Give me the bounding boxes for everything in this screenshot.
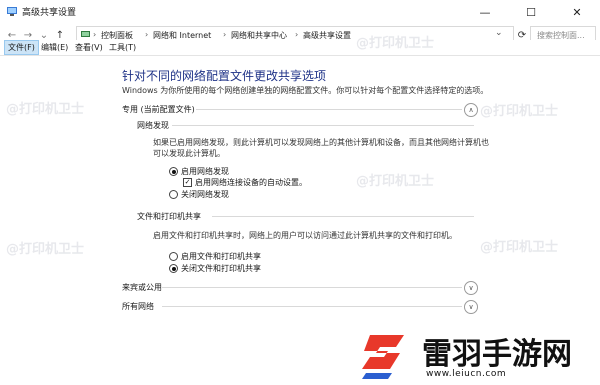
radio-network-discovery-off[interactable]	[169, 190, 178, 199]
private-profile-title[interactable]: 专用 (当前配置文件)	[122, 104, 195, 115]
network-discovery-text: 如果已启用网络发现，则此计算机可以发现网络上的其他计算机和设备，而且其他网络计算…	[153, 138, 489, 158]
all-networks-title[interactable]: 所有网络	[122, 301, 154, 312]
divider	[212, 216, 474, 217]
watermark: @打印机卫士	[6, 242, 85, 257]
breadcrumb-separator: ›	[223, 30, 227, 39]
file-printer-sharing-title: 文件和打印机共享	[137, 212, 201, 221]
expand-guest-icon[interactable]: ∨	[464, 281, 478, 295]
breadcrumb-separator: ›	[93, 30, 97, 39]
page-description: Windows 为你所使用的每个网络创建单独的网络配置文件。你可以针对每个配置文…	[122, 86, 489, 95]
expand-all-networks-icon[interactable]: ∨	[464, 300, 478, 314]
watermark: @打印机卫士	[480, 240, 559, 255]
address-dropdown-icon[interactable]: ⌄	[495, 28, 503, 38]
divider	[162, 306, 462, 307]
menu-file[interactable]: 文件(F)	[4, 40, 39, 55]
title-bar: 高级共享设置 — ☐ ✕	[0, 0, 600, 24]
option-file-sharing-on[interactable]: 启用文件和打印机共享	[181, 251, 261, 262]
radio-file-sharing-on[interactable]	[169, 252, 178, 261]
checkbox-auto-setup[interactable]: ✓	[183, 178, 192, 187]
brand-url: www.leiucn.com	[426, 369, 507, 379]
option-auto-setup[interactable]: 启用网络连接设备的自动设置。	[195, 177, 307, 188]
divider	[162, 287, 462, 288]
breadcrumb-separator: ›	[295, 30, 299, 39]
option-file-sharing-off[interactable]: 关闭文件和打印机共享	[181, 263, 261, 274]
guest-profile-title[interactable]: 来宾或公用	[122, 282, 162, 293]
watermark: @打印机卫士	[6, 102, 85, 117]
watermark: @打印机卫士	[356, 36, 435, 51]
radio-network-discovery-on[interactable]	[169, 167, 178, 176]
divider	[196, 109, 462, 110]
menu-bar: 文件(F) 编辑(E) 查看(V) 工具(T)	[0, 40, 600, 56]
watermark: @打印机卫士	[480, 104, 559, 119]
file-printer-sharing-text: 启用文件和打印机共享时，网络上的用户可以访问通过此计算机共享的文件和打印机。	[153, 231, 457, 240]
divider	[172, 125, 474, 126]
brand-logo-icon	[362, 335, 404, 379]
network-icon	[7, 7, 17, 16]
option-network-discovery-on[interactable]: 启用网络发现	[181, 166, 229, 177]
collapse-private-icon[interactable]: ∧	[464, 103, 478, 117]
window-title: 高级共享设置	[22, 8, 77, 18]
brand-name: 雷羽手游网	[422, 337, 572, 372]
close-button[interactable]: ✕	[554, 0, 600, 24]
radio-file-sharing-off[interactable]	[169, 264, 178, 273]
maximize-button[interactable]: ☐	[508, 0, 554, 24]
brand-overlay: 雷羽手游网 www.leiucn.com	[350, 325, 600, 385]
network-discovery-title: 网络发现	[137, 121, 169, 130]
control-panel-icon	[81, 31, 90, 37]
option-network-discovery-off[interactable]: 关闭网络发现	[181, 189, 229, 200]
minimize-button[interactable]: —	[462, 0, 508, 24]
menu-edit[interactable]: 编辑(E)	[38, 41, 71, 54]
breadcrumb-separator: ›	[145, 30, 149, 39]
menu-view[interactable]: 查看(V)	[72, 41, 106, 54]
page-title: 针对不同的网络配置文件更改共享选项	[122, 69, 327, 83]
menu-tools[interactable]: 工具(T)	[106, 41, 139, 54]
watermark: @打印机卫士	[356, 174, 435, 189]
